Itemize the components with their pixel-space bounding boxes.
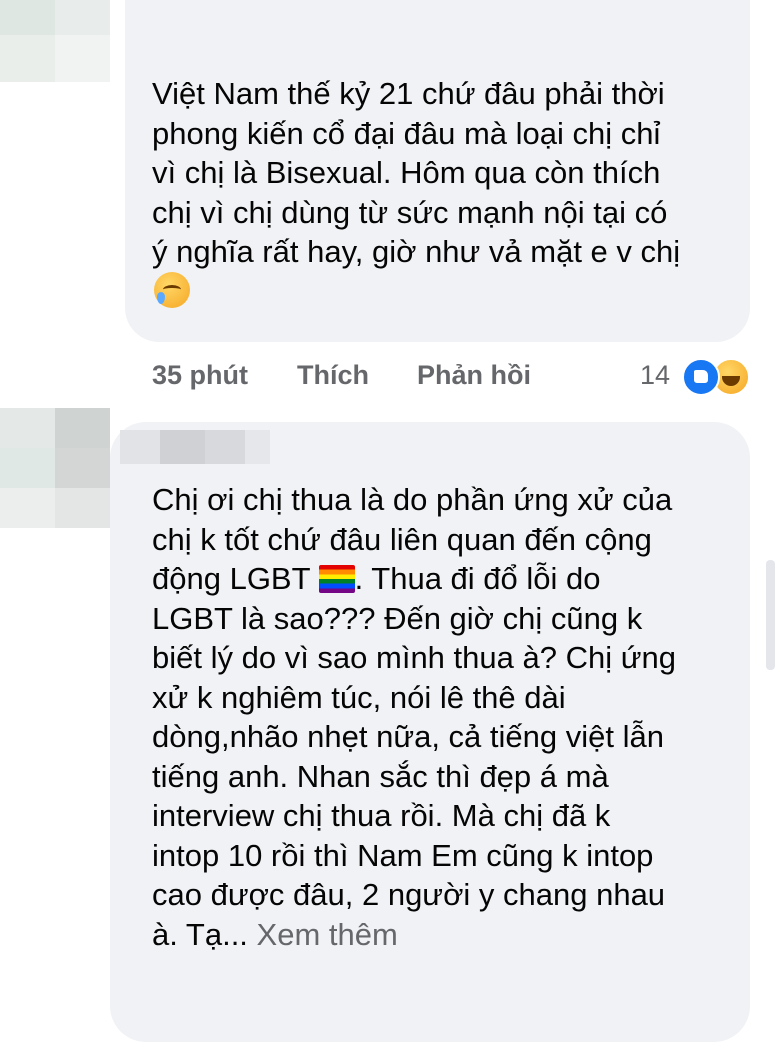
scrollbar[interactable] [766, 560, 775, 670]
like-icon[interactable] [682, 358, 720, 396]
avatar[interactable] [0, 0, 110, 82]
avatar[interactable] [0, 408, 110, 528]
reply-button[interactable]: Phản hồi [417, 360, 531, 391]
comment-text: Chị ơi chị thua là do phần ứng xử của ch… [152, 480, 742, 954]
comment-text: Việt Nam thế kỷ 21 chứ đâu phải thời pho… [152, 74, 742, 311]
reaction-count[interactable]: 14 [640, 360, 670, 391]
see-more-link[interactable]: Xem thêm [248, 917, 398, 952]
comment-text-part2: . Thua đi đổ lỗi do LGBT là sao??? Đến g… [152, 561, 676, 952]
rainbow-flag-emoji-icon [318, 565, 355, 593]
commenter-name[interactable] [120, 430, 270, 464]
crying-face-emoji-icon [154, 271, 190, 308]
comment-actions: 35 phút Thích Phản hồi 14 [152, 358, 752, 400]
comment-text-body: Việt Nam thế kỷ 21 chứ đâu phải thời pho… [152, 76, 681, 269]
like-button[interactable]: Thích [297, 360, 369, 391]
comment-timestamp[interactable]: 35 phút [152, 360, 248, 391]
